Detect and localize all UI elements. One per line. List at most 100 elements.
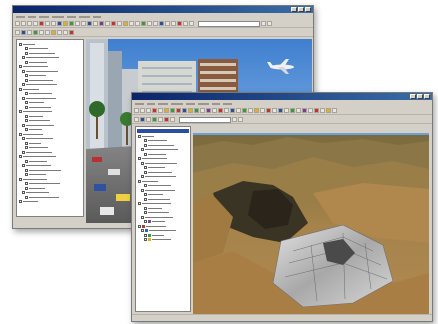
- tool-icon[interactable]: [248, 108, 253, 113]
- tool-icon[interactable]: [194, 108, 199, 113]
- layer-checkbox[interactable]: [144, 197, 147, 201]
- layer-checkbox[interactable]: [22, 123, 25, 127]
- layer-checkbox[interactable]: [144, 143, 147, 147]
- tool-icon[interactable]: [326, 108, 331, 113]
- tool-icon[interactable]: [302, 108, 307, 113]
- cut-icon[interactable]: [152, 108, 157, 113]
- cut-icon[interactable]: [39, 21, 44, 26]
- tool-icon[interactable]: [206, 108, 211, 113]
- copy-icon[interactable]: [45, 21, 50, 26]
- tool-icon[interactable]: [218, 108, 223, 113]
- scale-combo[interactable]: [198, 20, 260, 27]
- maximize-button[interactable]: [298, 7, 304, 12]
- tool-icon[interactable]: [159, 21, 164, 26]
- menu-item[interactable]: [135, 103, 144, 105]
- navigate-icon[interactable]: [99, 21, 104, 26]
- tool-icon[interactable]: [27, 30, 32, 35]
- layer-checkbox[interactable]: [19, 155, 22, 159]
- tool-icon[interactable]: [236, 108, 241, 113]
- tool-icon[interactable]: [238, 117, 243, 122]
- tool-icon[interactable]: [200, 108, 205, 113]
- menu-item[interactable]: [28, 16, 36, 18]
- layer-checkbox[interactable]: [141, 229, 144, 233]
- tool-icon[interactable]: [242, 108, 247, 113]
- layer-checkbox[interactable]: [144, 233, 147, 237]
- fly-icon[interactable]: [105, 21, 110, 26]
- tool-icon[interactable]: [232, 117, 237, 122]
- layer-checkbox[interactable]: [25, 74, 28, 78]
- layer-checkbox[interactable]: [25, 60, 28, 64]
- layer-checkbox[interactable]: [19, 132, 22, 136]
- layer-checkbox[interactable]: [25, 78, 28, 82]
- layer-checkbox[interactable]: [144, 170, 147, 174]
- tool-icon[interactable]: [290, 108, 295, 113]
- layer-checkbox[interactable]: [25, 159, 28, 163]
- layer-checkbox[interactable]: [141, 175, 144, 179]
- full-extent-icon[interactable]: [93, 21, 98, 26]
- tool-icon[interactable]: [254, 108, 259, 113]
- close-button[interactable]: [424, 94, 430, 99]
- layer-checkbox[interactable]: [141, 188, 144, 192]
- layer-checkbox[interactable]: [138, 224, 141, 228]
- layer-checkbox[interactable]: [22, 164, 25, 168]
- tool-icon[interactable]: [15, 30, 20, 35]
- menu-item[interactable]: [39, 16, 49, 18]
- layer-item[interactable]: [18, 200, 82, 205]
- layer-checkbox[interactable]: [25, 186, 28, 190]
- globe-icon[interactable]: [69, 21, 74, 26]
- layer-checkbox[interactable]: [19, 42, 22, 46]
- layer-checkbox[interactable]: [25, 195, 28, 199]
- menu-item[interactable]: [16, 16, 25, 18]
- close-button[interactable]: [305, 7, 311, 12]
- layer-checkbox[interactable]: [25, 51, 28, 55]
- tool-icon[interactable]: [320, 108, 325, 113]
- layer-item[interactable]: [137, 238, 189, 243]
- layer-checkbox[interactable]: [25, 105, 28, 109]
- tool-icon[interactable]: [267, 21, 272, 26]
- tool-icon[interactable]: [182, 108, 187, 113]
- tool-icon[interactable]: [134, 117, 139, 122]
- tool-icon[interactable]: [147, 21, 152, 26]
- tool-icon[interactable]: [308, 108, 313, 113]
- layer-checkbox[interactable]: [25, 101, 28, 105]
- layer-checkbox[interactable]: [25, 119, 28, 123]
- zoom-in-icon[interactable]: [75, 21, 80, 26]
- tool-icon[interactable]: [51, 30, 56, 35]
- layer-checkbox[interactable]: [138, 202, 141, 206]
- menu-item[interactable]: [198, 103, 209, 105]
- layer-checkbox[interactable]: [25, 128, 28, 132]
- tool-icon[interactable]: [69, 30, 74, 35]
- tool-icon[interactable]: [189, 21, 194, 26]
- tool-icon[interactable]: [129, 21, 134, 26]
- tool-icon[interactable]: [314, 108, 319, 113]
- new-icon[interactable]: [15, 21, 20, 26]
- layer-checkbox[interactable]: [19, 87, 22, 91]
- layer-checkbox[interactable]: [144, 139, 147, 143]
- save-icon[interactable]: [146, 108, 151, 113]
- menu-item[interactable]: [158, 103, 168, 105]
- tool-icon[interactable]: [141, 21, 146, 26]
- layer-checkbox[interactable]: [138, 134, 141, 138]
- menu-item[interactable]: [79, 16, 90, 18]
- layer-checkbox[interactable]: [141, 148, 144, 152]
- layer-checkbox[interactable]: [25, 173, 28, 177]
- tool-icon[interactable]: [171, 21, 176, 26]
- add-data-icon[interactable]: [63, 21, 68, 26]
- terrain-3d-viewport[interactable]: [193, 133, 429, 315]
- layer-checkbox[interactable]: [22, 150, 25, 154]
- tool-icon[interactable]: [33, 30, 38, 35]
- zoom-out-icon[interactable]: [81, 21, 86, 26]
- layer-checkbox[interactable]: [138, 179, 141, 183]
- layer-checkbox[interactable]: [22, 137, 25, 141]
- menu-item[interactable]: [147, 103, 155, 105]
- layer-checkbox[interactable]: [138, 157, 141, 161]
- tool-icon[interactable]: [153, 21, 158, 26]
- tool-icon[interactable]: [177, 21, 182, 26]
- new-icon[interactable]: [134, 108, 139, 113]
- paste-icon[interactable]: [51, 21, 56, 26]
- layer-checkbox[interactable]: [141, 215, 144, 219]
- menu-item[interactable]: [67, 16, 76, 18]
- tool-icon[interactable]: [266, 108, 271, 113]
- layer-checkbox[interactable]: [25, 47, 28, 51]
- menu-item[interactable]: [171, 103, 183, 105]
